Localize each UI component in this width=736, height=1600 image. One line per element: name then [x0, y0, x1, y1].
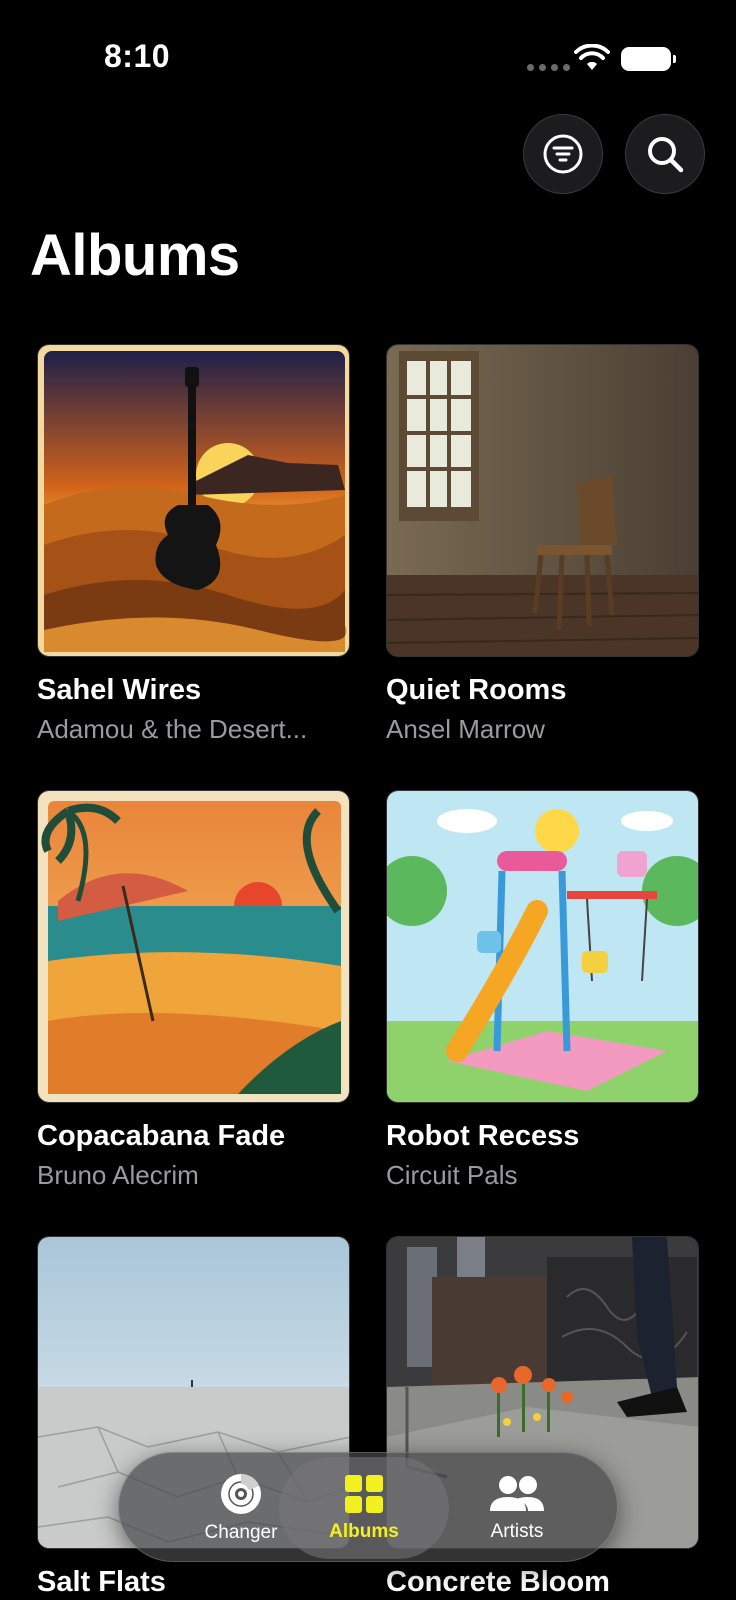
page-title: Albums [30, 223, 240, 288]
tab-artists[interactable]: Artists [432, 1457, 602, 1559]
album-title: Quiet Rooms [386, 674, 567, 706]
album-artist: Adamou & the Desert... [37, 714, 308, 744]
search-icon [648, 137, 684, 173]
disc-icon [221, 1474, 261, 1514]
status-time: 8:10 [104, 38, 171, 74]
battery-icon [621, 47, 676, 71]
album-cover [386, 790, 699, 1103]
album-artist: Bruno Alecrim [37, 1160, 199, 1190]
tab-label: Albums [329, 1521, 399, 1542]
album-cover [37, 344, 350, 657]
tab-bar: Changer Albums Artists [118, 1452, 618, 1562]
album-card[interactable]: Copacabana Fade Bruno Alecrim [37, 790, 350, 1190]
status-bar: 8:10 [0, 0, 736, 120]
tab-albums[interactable]: Albums [279, 1457, 449, 1559]
album-title: Copacabana Fade [37, 1120, 286, 1152]
album-artist: Circuit Pals [386, 1160, 518, 1190]
album-card[interactable]: Quiet Rooms Ansel Marrow [386, 344, 699, 744]
cellular-signal-icon [527, 64, 570, 71]
album-cover [386, 344, 699, 657]
album-title: Salt Flats [37, 1566, 166, 1598]
filter-button[interactable] [523, 114, 603, 194]
album-title: Concrete Bloom [386, 1566, 610, 1598]
filter-lines-icon [543, 134, 583, 174]
grid-icon [345, 1475, 383, 1513]
tab-label: Changer [204, 1522, 278, 1543]
people-icon [490, 1476, 544, 1511]
album-title: Sahel Wires [37, 674, 202, 706]
search-button[interactable] [625, 114, 705, 194]
album-title: Robot Recess [386, 1120, 580, 1152]
album-artist: Ansel Marrow [386, 714, 545, 744]
wifi-icon [574, 44, 610, 70]
tab-label: Artists [490, 1521, 544, 1542]
album-card[interactable]: Robot Recess Circuit Pals [386, 790, 699, 1190]
album-cover [37, 790, 350, 1103]
album-card[interactable]: Sahel Wires Adamou & the Desert... [37, 344, 350, 744]
